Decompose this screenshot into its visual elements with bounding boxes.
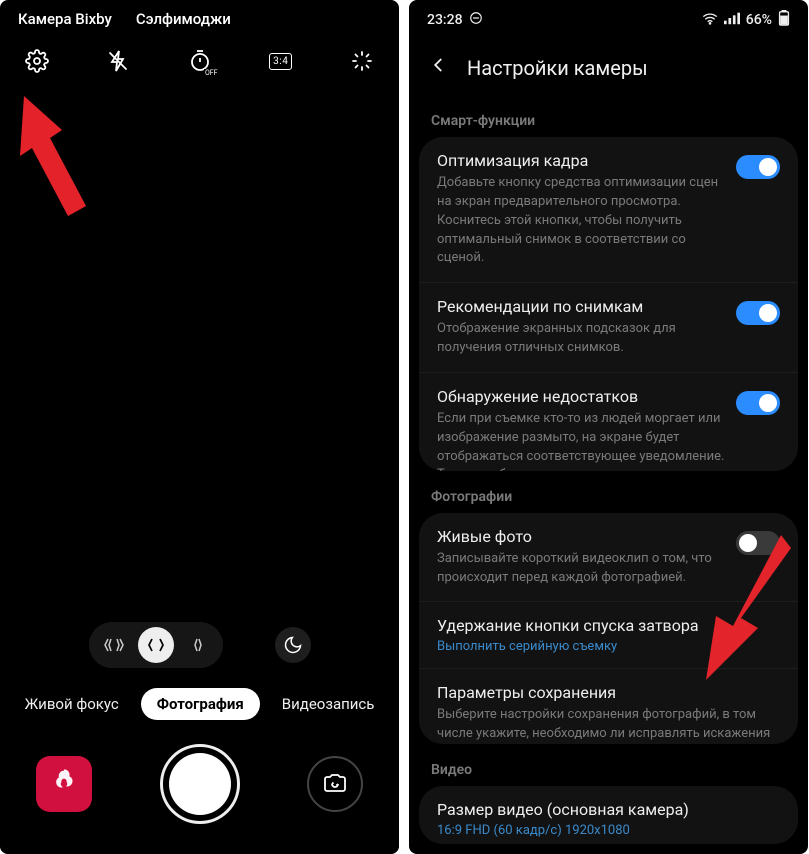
status-time: 23:28 xyxy=(427,12,463,28)
toggle-shot-suggestions[interactable] xyxy=(736,301,780,325)
status-bar: 23:28 66% xyxy=(409,0,808,34)
setting-scene-optimizer[interactable]: Оптимизация кадра Добавьте кнопку средст… xyxy=(419,137,798,282)
setting-video-size-rear[interactable]: Размер видео (основная камера) 16:9 FHD … xyxy=(419,786,798,844)
gear-icon[interactable] xyxy=(22,46,52,76)
mode-live-focus[interactable]: Живой фокус xyxy=(25,695,119,713)
setting-flaw-detection[interactable]: Обнаружение недостатков Если при съемке … xyxy=(419,372,798,471)
section-smart-functions: Смарт-функции xyxy=(409,105,808,137)
setting-title: Удержание кнопки спуска затвора xyxy=(437,616,780,635)
setting-desc: Отображение экранных подсказок для получ… xyxy=(437,320,726,358)
setting-title: Оптимизация кадра xyxy=(437,151,726,170)
viewfinder[interactable]: Живой фокус Фотография Видеозапись xyxy=(0,96,399,854)
shutter-button[interactable] xyxy=(160,744,240,824)
top-tab-selfiemoji[interactable]: Сэлфимоджи xyxy=(136,10,231,28)
toggle-scene-optimizer[interactable] xyxy=(736,155,780,179)
wifi-icon xyxy=(702,11,718,29)
lens-tele[interactable] xyxy=(180,627,216,663)
setting-title: Параметры сохранения xyxy=(437,683,780,702)
dnd-icon xyxy=(469,11,483,29)
lens-ultrawide[interactable] xyxy=(96,627,132,663)
battery-icon xyxy=(778,10,790,30)
setting-desc: Выберите настройки сохранения фотографий… xyxy=(437,706,780,744)
toggle-flaw-detection[interactable] xyxy=(736,391,780,415)
switch-camera-button[interactable] xyxy=(307,756,363,812)
timer-off-icon[interactable]: OFF xyxy=(185,46,215,76)
annotation-arrow-1 xyxy=(14,86,104,246)
camera-toolbar: OFF 3:4 xyxy=(0,32,399,96)
page-title: Настройки камеры xyxy=(467,56,648,80)
setting-hold-shutter[interactable]: Удержание кнопки спуска затвора Выполнит… xyxy=(419,601,798,668)
camera-screen: Камера Bixby Сэлфимоджи OFF 3:4 xyxy=(0,0,399,854)
setting-desc: Записывайте короткий видеоклип о том, чт… xyxy=(437,550,726,588)
setting-desc: Если при съемке кто-то из людей моргает … xyxy=(437,410,726,471)
mode-photo[interactable]: Фотография xyxy=(141,688,260,720)
back-icon[interactable] xyxy=(427,54,449,81)
toggle-motion-photos[interactable] xyxy=(736,531,780,555)
gallery-thumbnail[interactable] xyxy=(36,756,92,812)
settings-screen: 23:28 66% Настройки камеры Смарт-функции xyxy=(409,0,808,854)
setting-title: Живые фото xyxy=(437,527,726,546)
top-tab-bixby[interactable]: Камера Bixby xyxy=(18,10,112,28)
flash-off-icon[interactable] xyxy=(103,46,133,76)
setting-link: Выполнить серийную съемку xyxy=(437,639,780,654)
setting-motion-photos[interactable]: Живые фото Записывайте короткий видеокли… xyxy=(419,513,798,602)
aspect-ratio-icon[interactable]: 3:4 xyxy=(266,46,296,76)
setting-title: Размер видео (основная камера) xyxy=(437,800,780,819)
setting-save-options[interactable]: Параметры сохранения Выберите настройки … xyxy=(419,668,798,744)
lens-selector[interactable] xyxy=(89,622,223,668)
setting-link: 16:9 FHD (60 кадр/с) 1920x1080 xyxy=(437,823,780,838)
section-photos: Фотографии xyxy=(409,481,808,513)
battery-label: 66% xyxy=(746,12,772,28)
effects-icon[interactable] xyxy=(347,46,377,76)
setting-shot-suggestions[interactable]: Рекомендации по снимкам Отображение экра… xyxy=(419,282,798,372)
mode-selector[interactable]: Живой фокус Фотография Видеозапись xyxy=(0,680,399,736)
setting-title: Обнаружение недостатков xyxy=(437,387,726,406)
setting-desc: Добавьте кнопку средства оптимизации сце… xyxy=(437,174,726,268)
mode-video[interactable]: Видеозапись xyxy=(282,695,375,713)
section-video: Видео xyxy=(409,754,808,786)
setting-title: Рекомендации по снимкам xyxy=(437,297,726,316)
lens-standard[interactable] xyxy=(138,627,174,663)
signal-icon xyxy=(724,11,740,29)
night-mode-icon[interactable] xyxy=(275,627,311,663)
